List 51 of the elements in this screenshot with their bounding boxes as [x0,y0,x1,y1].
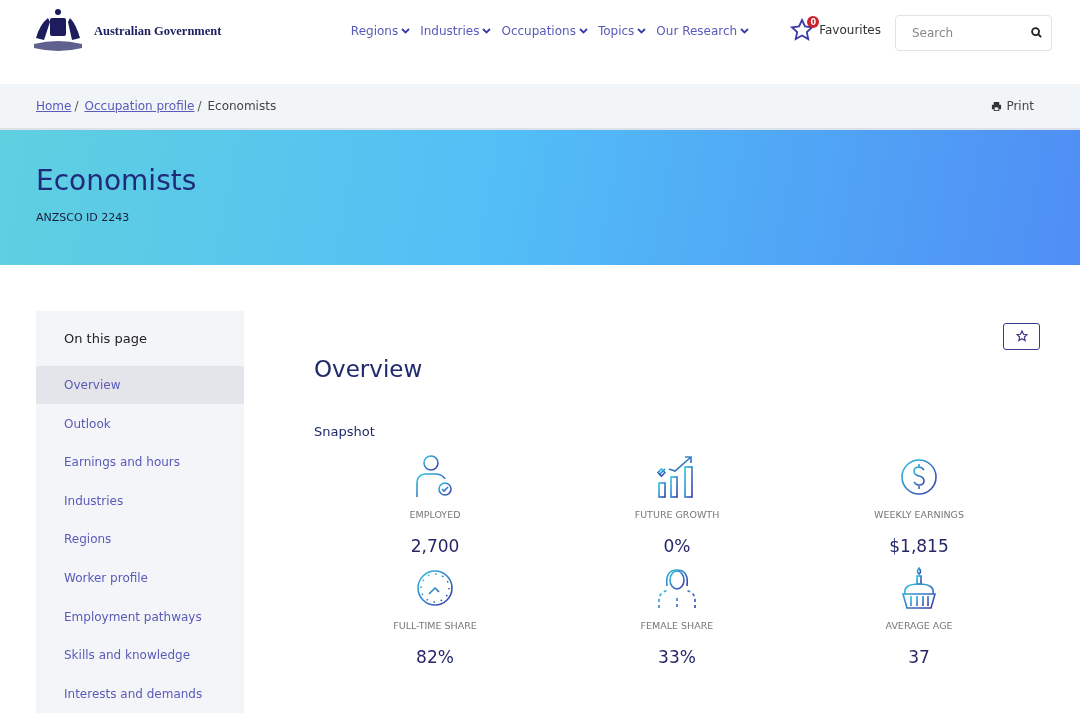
search-field[interactable]: Search [895,15,1052,51]
stat-value: 82% [416,646,454,667]
contents-link[interactable]: Skills and knowledge [36,635,244,675]
stat-label: WEEKLY EARNINGS [874,508,964,520]
breadcrumb-link[interactable]: Occupation profile [84,99,195,114]
contents-link[interactable]: Industries [36,481,244,521]
chevron-icon [637,28,647,34]
page-title: Economists [36,164,198,198]
print-button[interactable]: Print [985,98,1040,115]
favourites-count: 0 [807,16,820,28]
contents-link[interactable]: Interests and demands [36,674,244,713]
stat-label: FUTURE GROWTH [634,508,720,520]
contents-link[interactable]: Earnings and hours [36,442,244,482]
printer-icon [991,100,1003,112]
star-icon [1015,330,1028,343]
stat-value: $1,815 [889,535,949,556]
government-name: Australian Government [94,23,222,39]
breadcrumb-link[interactable]: Home [36,99,72,114]
stat-value: 37 [908,646,930,667]
chevron-icon [401,28,411,34]
stat-label: FEMALE SHARE [640,619,714,631]
nav-menu-item[interactable]: Occupations [501,24,588,38]
chevron-icon [578,28,588,34]
contents-link[interactable]: Worker profile [36,558,244,598]
nav-menu-item[interactable]: Topics [597,24,647,38]
chevron-icon [482,28,492,34]
favourites-label: Favourites [819,23,881,37]
contents-link[interactable]: Overview [36,365,244,405]
stat-label: AVERAGE AGE [885,619,953,631]
stat-label: EMPLOYED [409,508,461,520]
stat-value: 2,700 [410,535,460,556]
contents-link[interactable]: Employment pathways [36,597,244,636]
contents-heading: On this page [63,329,148,348]
subsection-heading: Snapshot [314,423,376,439]
chevron-icon [740,28,750,34]
breadcrumb-separator: / [74,99,79,114]
breadcrumb-separator: / [197,99,202,114]
section-heading: Overview [314,355,424,382]
search-icon[interactable] [1031,27,1042,38]
nav-menu-item[interactable]: Our Research [656,24,750,38]
stat-value: 33% [658,646,696,667]
anzsco-id: ANZSCO ID 2243 [36,211,131,225]
nav-menu-item[interactable]: Industries [420,24,492,38]
nav-menu-item[interactable]: Regions [350,24,411,38]
stat-label: FULL-TIME SHARE [393,619,477,631]
breadcrumb-current: Economists [207,99,277,114]
stat-value: 0% [663,535,691,556]
contents-link[interactable]: Regions [36,520,244,559]
contents-link[interactable]: Outlook [36,404,244,443]
favourites-link[interactable]: 0 Favourites [789,18,881,42]
favourite-button[interactable] [1003,322,1040,350]
